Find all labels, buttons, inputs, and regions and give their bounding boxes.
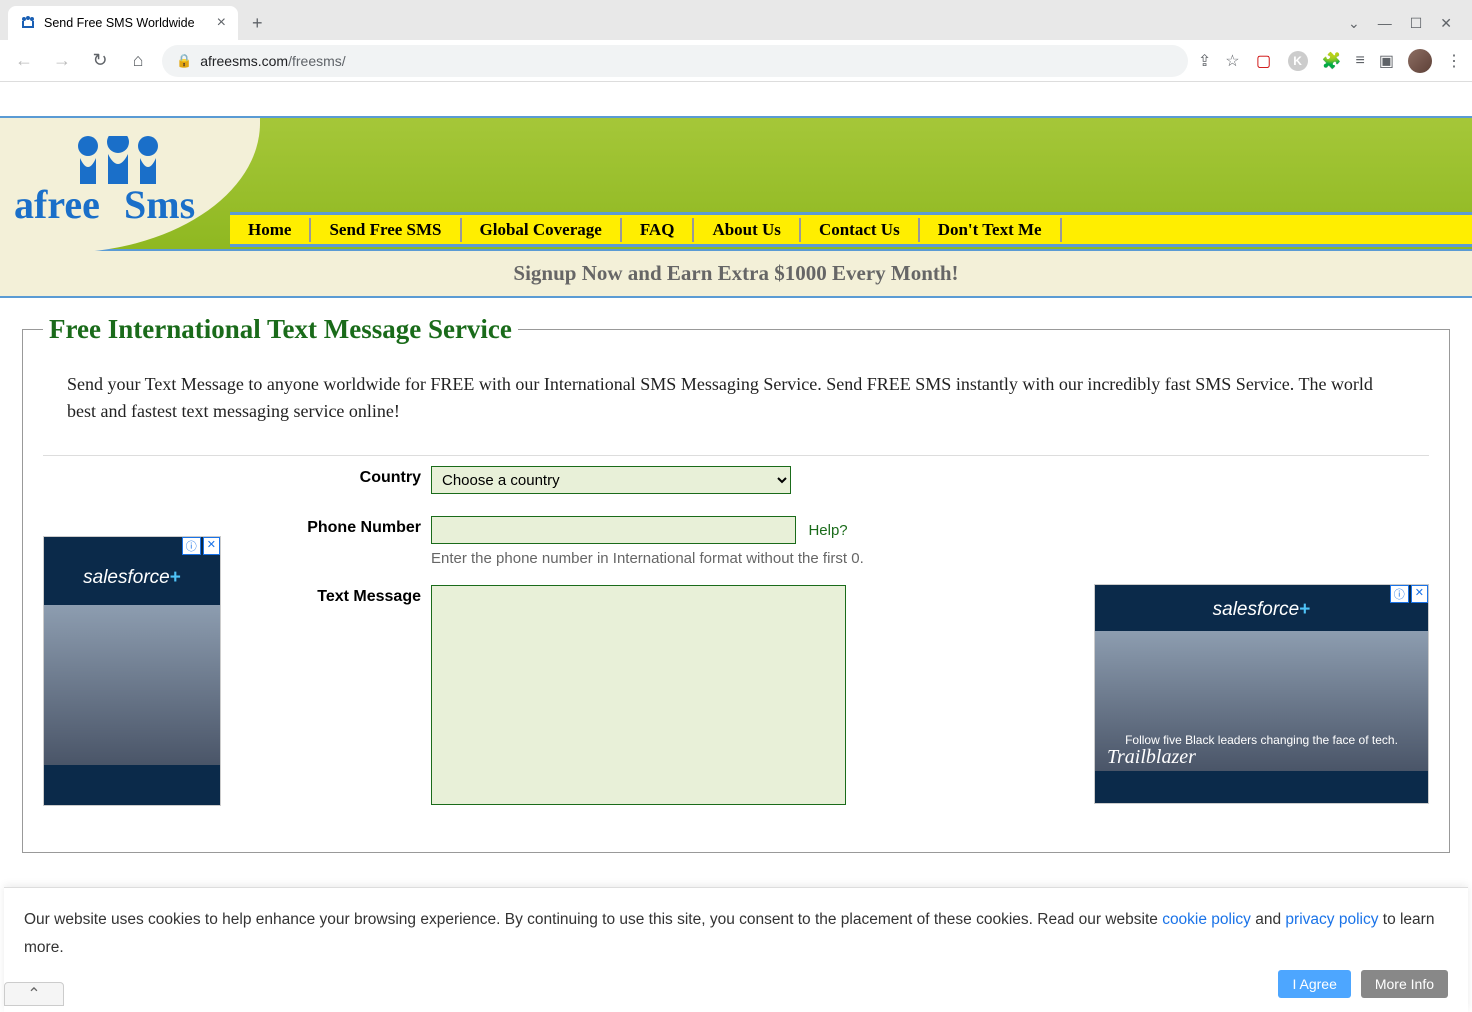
nav-about-us[interactable]: About Us — [694, 218, 801, 242]
minimize-icon[interactable]: ― — [1378, 15, 1392, 31]
lock-icon: 🔒 — [176, 53, 192, 69]
ad-right: ⓘ ✕ salesforce+ Follow five Black leader… — [1094, 584, 1429, 832]
site-header: afree Sms Home Send Free SMS Global Cove… — [0, 116, 1472, 251]
tab-title: Send Free SMS Worldwide — [44, 16, 195, 30]
tab-close-icon[interactable]: × — [217, 14, 226, 32]
nav-home[interactable]: Home — [230, 218, 311, 242]
svg-text:afree: afree — [14, 182, 100, 227]
browser-tab[interactable]: Send Free SMS Worldwide × — [8, 6, 238, 40]
ad-image — [44, 605, 220, 765]
message-textarea[interactable] — [431, 585, 846, 805]
cookie-agree-button[interactable]: I Agree — [1278, 970, 1350, 998]
browser-toolbar: ← → ↻ ⌂ 🔒 afreesms.com/freesms/ ⇪ ☆ ▢ K … — [0, 40, 1472, 82]
page-viewport: afree Sms Home Send Free SMS Global Cove… — [0, 82, 1472, 1004]
cookie-more-info-button[interactable]: More Info — [1361, 970, 1448, 998]
forward-button[interactable]: → — [48, 47, 76, 75]
logo[interactable]: afree Sms — [0, 118, 260, 253]
url-bar[interactable]: 🔒 afreesms.com/freesms/ — [162, 45, 1188, 77]
phone-hint: Enter the phone number in International … — [431, 550, 1074, 567]
ad-image: Follow five Black leaders changing the f… — [1095, 631, 1428, 771]
bookmark-icon[interactable]: ☆ — [1225, 51, 1239, 71]
ad-left: ⓘ ✕ salesforce+ — [43, 536, 221, 832]
intro-text: Send your Text Message to anyone worldwi… — [67, 371, 1405, 425]
main-nav: Home Send Free SMS Global Coverage FAQ A… — [230, 212, 1472, 247]
url-path: /freesms/ — [288, 53, 346, 69]
reading-list-icon[interactable]: ≡ — [1356, 52, 1365, 70]
chevron-down-icon[interactable]: ⌄ — [1348, 15, 1360, 32]
window-controls: ⌄ ― ☐ ✕ — [1348, 15, 1464, 32]
help-link[interactable]: Help? — [808, 522, 847, 539]
country-label: Country — [261, 466, 421, 487]
ad-close-icon[interactable]: ✕ — [203, 537, 220, 555]
ad-info-icon[interactable]: ⓘ — [1390, 585, 1409, 603]
nav-send-free-sms[interactable]: Send Free SMS — [311, 218, 461, 242]
cookie-policy-link[interactable]: cookie policy — [1162, 911, 1251, 928]
toolbar-actions: ⇪ ☆ ▢ K 🧩 ≡ ▣ ⋮ — [1198, 49, 1462, 73]
form-fields: Country Choose a country Phone Number He… — [261, 466, 1074, 832]
country-select[interactable]: Choose a country — [431, 466, 791, 494]
ad-info-icon[interactable]: ⓘ — [182, 537, 201, 555]
ad-right-box[interactable]: ⓘ ✕ salesforce+ Follow five Black leader… — [1094, 584, 1429, 804]
close-window-icon[interactable]: ✕ — [1440, 15, 1452, 32]
ad-tagline: Follow five Black leaders changing the f… — [1095, 733, 1428, 747]
maximize-icon[interactable]: ☐ — [1410, 15, 1423, 32]
new-tab-button[interactable]: + — [242, 7, 273, 40]
url-domain: afreesms.com — [200, 53, 288, 69]
phone-input[interactable] — [431, 516, 796, 544]
nav-dont-text-me[interactable]: Don't Text Me — [920, 218, 1062, 242]
ad-brand-logo: salesforce+ — [1095, 585, 1428, 631]
phone-label: Phone Number — [261, 516, 421, 537]
reload-button[interactable]: ↻ — [86, 47, 114, 75]
tab-favicon-icon — [20, 15, 36, 31]
cookie-text: Our website uses cookies to help enhance… — [24, 906, 1448, 962]
ad-left-box[interactable]: ⓘ ✕ salesforce+ — [43, 536, 221, 806]
cookie-collapse-toggle[interactable]: ⌃ — [4, 982, 64, 1006]
sms-form-fieldset: Free International Text Message Service … — [22, 314, 1450, 853]
nav-global-coverage[interactable]: Global Coverage — [462, 218, 622, 242]
ad-trail-text: Trailblazer — [1107, 746, 1196, 769]
mcafee-extension-icon[interactable]: ▢ — [1254, 51, 1274, 71]
side-panel-icon[interactable]: ▣ — [1379, 51, 1394, 71]
ad-close-icon[interactable]: ✕ — [1411, 585, 1428, 603]
tab-bar: Send Free SMS Worldwide × + ⌄ ― ☐ ✕ — [0, 0, 1472, 40]
extension-k-icon[interactable]: K — [1288, 51, 1308, 71]
back-button[interactable]: ← — [10, 47, 38, 75]
promo-bar[interactable]: Signup Now and Earn Extra $1000 Every Mo… — [0, 251, 1472, 298]
puzzle-extension-icon[interactable]: 🧩 — [1322, 51, 1342, 71]
nav-faq[interactable]: FAQ — [622, 218, 695, 242]
main-content: Free International Text Message Service … — [0, 298, 1472, 869]
svg-text:Sms: Sms — [124, 182, 195, 227]
home-button[interactable]: ⌂ — [124, 47, 152, 75]
profile-avatar[interactable] — [1408, 49, 1432, 73]
menu-icon[interactable]: ⋮ — [1446, 51, 1462, 71]
browser-chrome: Send Free SMS Worldwide × + ⌄ ― ☐ ✕ ← → … — [0, 0, 1472, 82]
message-label: Text Message — [261, 585, 421, 606]
share-icon[interactable]: ⇪ — [1198, 51, 1211, 71]
privacy-policy-link[interactable]: privacy policy — [1285, 911, 1378, 928]
cookie-notice: ⌃ Our website uses cookies to help enhan… — [4, 887, 1468, 1012]
form-legend: Free International Text Message Service — [43, 314, 518, 345]
nav-contact-us[interactable]: Contact Us — [801, 218, 920, 242]
